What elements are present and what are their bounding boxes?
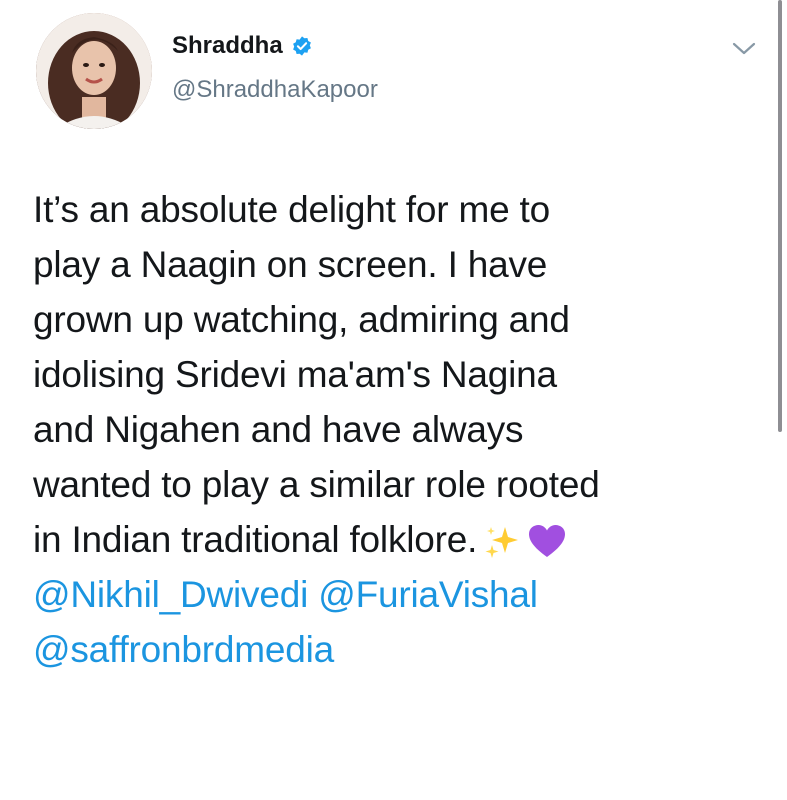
user-handle[interactable]: @ShraddhaKapoor (172, 76, 378, 104)
display-name[interactable]: Shraddha (172, 32, 313, 60)
tweet-line-last: in Indian traditional folklore. (33, 512, 773, 567)
tweet-line: grown up watching, admiring and (33, 299, 570, 340)
mention-link[interactable]: @Nikhil_Dwivedi (33, 574, 308, 615)
tweet-line: wanted to play a similar role rooted (33, 464, 600, 505)
scrollbar[interactable] (778, 0, 782, 432)
verified-badge-icon (292, 36, 311, 56)
tweet-line-text: in Indian traditional folklore. (33, 519, 478, 560)
tweet-text: It’s an absolute delight for me to play … (33, 182, 773, 677)
mention-link[interactable]: @saffronbrdmedia (33, 629, 334, 670)
mentions-line: @saffronbrdmedia (33, 622, 773, 677)
tweet-line: play a Naagin on screen. I have (33, 244, 548, 285)
purple-heart-emoji (529, 525, 566, 558)
tweet-card: Shraddha @ShraddhaKapoor It’s an absolut… (0, 0, 787, 800)
display-name-text: Shraddha (172, 32, 283, 59)
sparkles-emoji (485, 527, 519, 559)
tweet-line: and Nigahen and have always (33, 409, 524, 450)
avatar-image (36, 13, 152, 129)
tweet-line: It’s an absolute delight for me to (33, 189, 550, 230)
mention-link[interactable]: @FuriaVishal (318, 574, 538, 615)
chevron-down-icon[interactable] (730, 36, 758, 60)
avatar[interactable] (36, 13, 152, 129)
mentions-line: @Nikhil_Dwivedi @FuriaVishal (33, 567, 773, 622)
tweet-line: idolising Sridevi ma'am's Nagina (33, 354, 557, 395)
